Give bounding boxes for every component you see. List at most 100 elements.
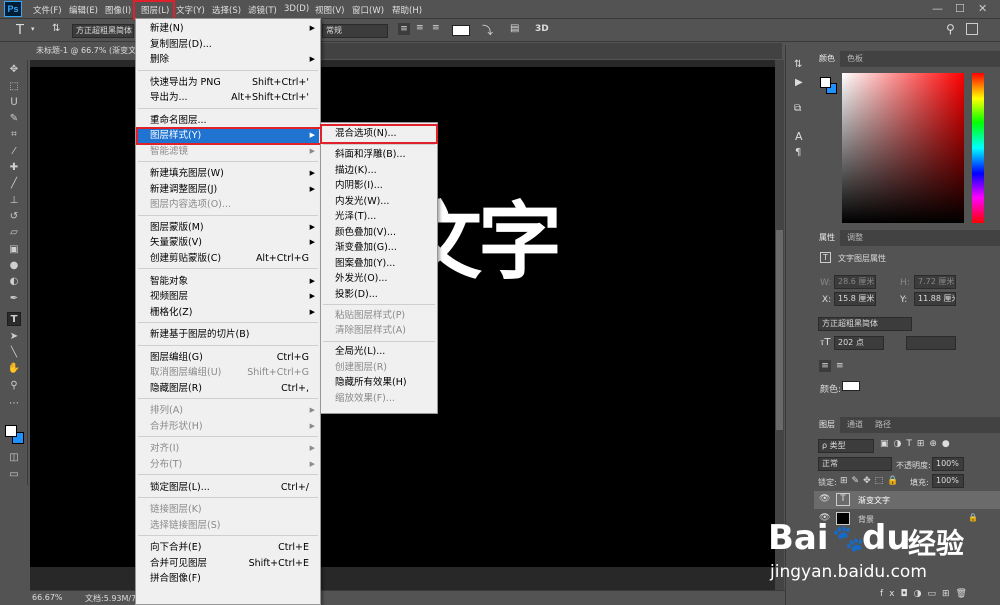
more-tools-icon[interactable]: ⋯ xyxy=(7,397,21,411)
menu-item[interactable]: 图层样式(Y) ▶ xyxy=(136,127,322,146)
eyedropper-tool-icon[interactable]: ⁄ xyxy=(7,145,21,159)
crop-tool-icon[interactable]: ⌗ xyxy=(7,128,21,142)
menu-item[interactable]: 智能滤镜 ▶ xyxy=(137,144,319,160)
minimize-button[interactable]: — xyxy=(932,2,943,15)
menu-item[interactable]: 新建(N) ▶ xyxy=(137,21,319,37)
layer-name[interactable]: 渐变文字 xyxy=(858,495,890,506)
menu-item[interactable]: 快速导出为 PNG Shift+Ctrl+' xyxy=(137,75,319,91)
type-tool-icon[interactable]: T xyxy=(16,23,24,38)
character-icon[interactable]: A xyxy=(795,130,803,143)
color-field[interactable] xyxy=(842,73,964,223)
fg-color-chip[interactable] xyxy=(820,77,831,88)
menu-item[interactable]: 取消图层编组(U) Shift+Ctrl+G xyxy=(137,365,319,381)
menu-item[interactable]: 锁定图层(L)... Ctrl+/ xyxy=(137,480,319,496)
menu-item[interactable]: 图层编组(G) Ctrl+G xyxy=(137,350,319,366)
menu-item[interactable]: 重命名图层... xyxy=(137,113,319,129)
menu-item[interactable]: 矢量蒙版(V) ▶ xyxy=(137,235,319,251)
align-right-icon[interactable]: ≡ xyxy=(432,23,440,33)
menu-10[interactable]: 帮助(H) xyxy=(392,4,422,16)
menu-2[interactable]: 图像(I) xyxy=(105,4,131,16)
menu-1[interactable]: 编辑(E) xyxy=(69,4,98,16)
menu-item[interactable]: 新建填充图层(W) ▶ xyxy=(137,166,319,182)
font-style-select[interactable]: 常规 xyxy=(322,24,388,38)
tab-swatches[interactable]: 色板 xyxy=(842,51,868,67)
align-left-icon[interactable]: ≡ xyxy=(398,23,410,35)
path-select-icon[interactable]: ➤ xyxy=(7,330,21,344)
menu-item[interactable]: 新建调整图层(J) ▶ xyxy=(137,182,319,198)
menu-6[interactable]: 滤镜(T) xyxy=(248,4,277,16)
props-font-select[interactable]: 方正超粗黑简体 xyxy=(818,317,912,331)
history-icon[interactable]: ⇅ xyxy=(794,59,802,70)
menu-item[interactable]: 全局光(L)... xyxy=(322,344,436,360)
menu-item[interactable]: 拼合图像(F) xyxy=(137,571,319,587)
menu-item[interactable]: 复制图层(D)... xyxy=(137,37,319,53)
close-button[interactable]: ✕ xyxy=(978,2,987,15)
quick-select-tool-icon[interactable]: ✎ xyxy=(7,112,21,126)
menu-item[interactable]: 视频图层 ▶ xyxy=(137,289,319,305)
foreground-color-swatch[interactable] xyxy=(5,425,17,437)
warp-text-icon[interactable]: ⤵ xyxy=(482,22,493,38)
menu-item[interactable]: 隐藏所有效果(H) xyxy=(322,375,436,391)
maximize-button[interactable]: ☐ xyxy=(955,2,965,15)
blur-tool-icon[interactable]: ● xyxy=(7,259,21,273)
menu-item[interactable]: 删除 ▶ xyxy=(137,52,319,68)
hand-tool-icon[interactable]: ✋ xyxy=(7,362,21,376)
paragraph-icon[interactable]: ¶ xyxy=(795,147,801,158)
tab-layers[interactable]: 图层 xyxy=(814,417,840,433)
menu-item[interactable]: 创建剪贴蒙版(C) Alt+Ctrl+G xyxy=(137,251,319,267)
eraser-tool-icon[interactable]: ▱ xyxy=(7,226,21,240)
brush-tool-icon[interactable]: ╱ xyxy=(7,177,21,191)
menu-item[interactable]: 内阴影(I)... xyxy=(322,178,436,194)
menu-item[interactable]: 清除图层样式(A) xyxy=(322,323,436,339)
tab-adjustments[interactable]: 调整 xyxy=(842,230,868,246)
menu-5[interactable]: 选择(S) xyxy=(212,4,241,16)
visibility-eye-icon[interactable]: 👁 xyxy=(819,494,830,504)
menu-7[interactable]: 3D(D) xyxy=(284,4,309,14)
tab-color[interactable]: 颜色 xyxy=(814,51,840,67)
menu-item[interactable]: 创建图层(R) xyxy=(322,360,436,376)
menu-item[interactable]: 向下合并(E) Ctrl+E xyxy=(137,540,319,556)
menu-item[interactable]: 对齐(I) ▶ xyxy=(137,441,319,457)
menu-item[interactable]: 隐藏图层(R) Ctrl+, xyxy=(137,381,319,397)
search-icon[interactable]: ⚲ xyxy=(946,22,955,36)
menu-item[interactable]: 颜色叠加(V)... xyxy=(322,225,436,241)
gradient-tool-icon[interactable]: ▣ xyxy=(7,243,21,257)
hue-slider[interactable] xyxy=(972,73,984,223)
tab-channels[interactable]: 通道 xyxy=(842,417,868,433)
menu-item[interactable]: 外发光(O)... xyxy=(322,271,436,287)
zoom-tool-icon[interactable]: ⚲ xyxy=(7,379,21,393)
menu-item[interactable]: 合并可见图层 Shift+Ctrl+E xyxy=(137,556,319,572)
font-family-select[interactable]: 方正超粗黑简体 xyxy=(72,24,134,38)
menu-item[interactable]: 粘贴图层样式(P) xyxy=(322,308,436,324)
menu-item[interactable]: 投影(D)... xyxy=(322,287,436,303)
clone-stamp-icon[interactable]: ⊥ xyxy=(7,194,21,208)
quick-mask-icon[interactable]: ◫ xyxy=(7,451,21,465)
fill-field[interactable]: 100% xyxy=(932,474,964,488)
healing-brush-icon[interactable]: ✚ xyxy=(7,161,21,175)
pen-tool-icon[interactable]: ✒ xyxy=(7,292,21,306)
menu-item[interactable]: 合并形状(H) ▶ xyxy=(137,419,319,435)
menu-item[interactable]: 链接图层(K) xyxy=(137,502,319,518)
menu-item[interactable]: 图层蒙版(M) ▶ xyxy=(137,220,319,236)
layer-row-text[interactable]: 👁 T 渐变文字 xyxy=(814,491,1000,509)
menu-0[interactable]: 文件(F) xyxy=(33,4,62,16)
scrollbar-thumb[interactable] xyxy=(776,230,783,430)
move-tool-icon[interactable]: ✥ xyxy=(7,63,21,77)
width-field[interactable]: 28.6 厘米 xyxy=(834,275,876,289)
character-panel-icon[interactable]: ▤ xyxy=(510,23,519,34)
menu-item[interactable]: 混合选项(N)... xyxy=(320,124,438,144)
menu-item[interactable]: 排列(A) ▶ xyxy=(137,403,319,419)
menu-item[interactable]: 栅格化(Z) ▶ xyxy=(137,305,319,321)
menu-item[interactable]: 渐变叠加(G)... xyxy=(322,240,436,256)
text-color-swatch[interactable] xyxy=(452,25,470,36)
actions-icon[interactable]: ▶ xyxy=(795,77,803,88)
menu-item[interactable]: 导出为... Alt+Shift+Ctrl+' xyxy=(137,90,319,106)
line-tool-icon[interactable]: ╲ xyxy=(7,346,21,360)
x-field[interactable]: 15.8 厘米 xyxy=(834,292,876,306)
lock-icons[interactable]: ⊞✎✥⬚🔒 xyxy=(840,476,902,486)
menu-8[interactable]: 视图(V) xyxy=(315,4,344,16)
menu-item[interactable]: 新建基于图层的切片(B) xyxy=(137,327,319,343)
3d-button[interactable]: 3D xyxy=(535,24,549,34)
dodge-tool-icon[interactable]: ◐ xyxy=(7,275,21,289)
y-field[interactable]: 11.88 厘米 xyxy=(914,292,956,306)
